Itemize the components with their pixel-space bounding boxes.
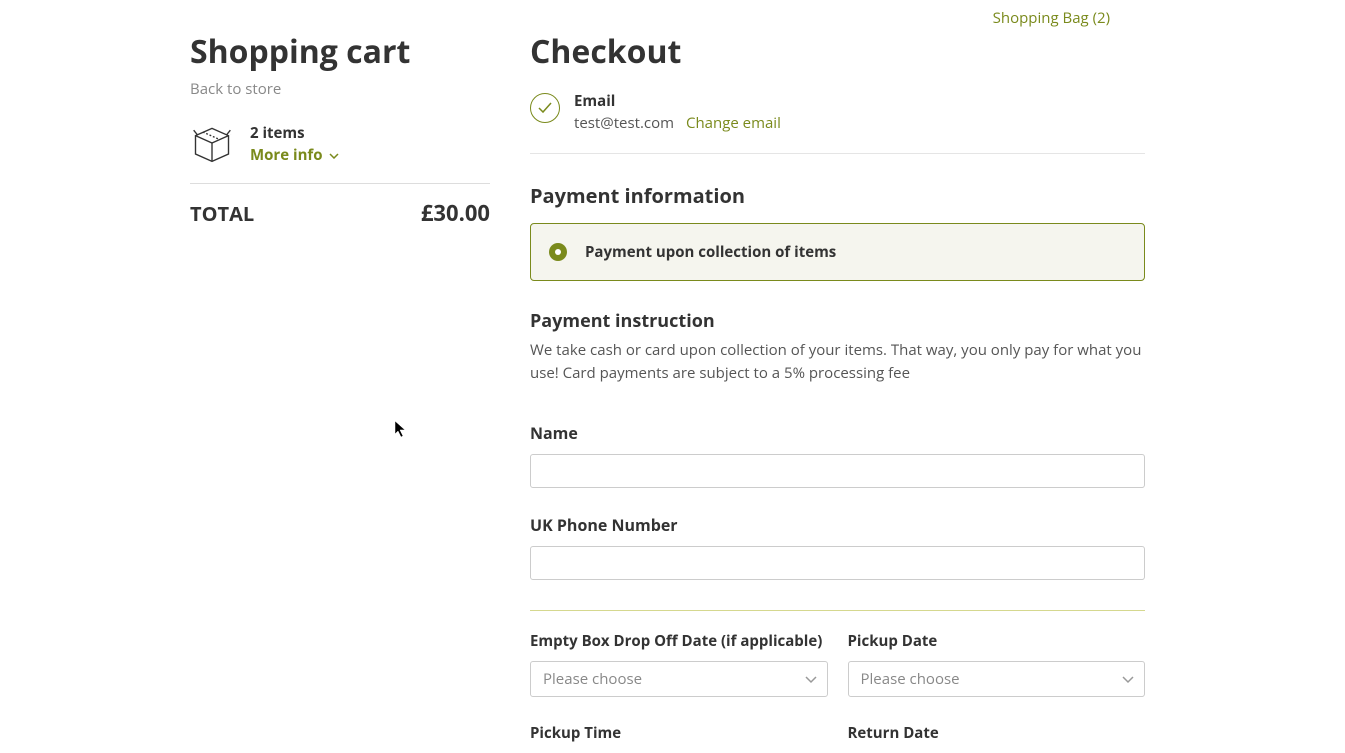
payment-option-label: Payment upon collection of items bbox=[585, 242, 836, 262]
email-section: Email test@test.com Change email bbox=[530, 77, 1145, 154]
chevron-down-icon bbox=[805, 671, 817, 688]
items-count: 2 items bbox=[250, 123, 339, 143]
back-to-store-link[interactable]: Back to store bbox=[190, 79, 281, 99]
dropoff-date-label: Empty Box Drop Off Date (if applicable) bbox=[530, 631, 828, 651]
payment-instruction-text: We take cash or card upon collection of … bbox=[530, 339, 1145, 384]
chevron-down-icon bbox=[329, 148, 339, 163]
email-label: Email bbox=[574, 91, 1145, 111]
total-amount: £30.00 bbox=[421, 198, 490, 228]
name-label: Name bbox=[530, 422, 1145, 444]
cart-title: Shopping cart bbox=[190, 30, 490, 73]
chevron-down-icon bbox=[1122, 671, 1134, 688]
divider bbox=[190, 183, 490, 184]
cart-sidebar: Shopping cart Back to store 2 items bbox=[190, 30, 490, 753]
section-divider bbox=[530, 610, 1145, 611]
checkout-title: Checkout bbox=[530, 30, 1145, 73]
dropoff-date-select[interactable]: Please choose bbox=[530, 661, 828, 697]
select-placeholder: Please choose bbox=[543, 669, 642, 689]
shopping-bag-link[interactable]: Shopping Bag (2) bbox=[993, 8, 1110, 28]
pickup-time-label: Pickup Time bbox=[530, 723, 828, 743]
payment-info-heading: Payment information bbox=[530, 182, 1145, 209]
more-info-toggle[interactable]: More info bbox=[250, 145, 339, 165]
return-date-label: Return Date bbox=[848, 723, 1146, 743]
more-info-label: More info bbox=[250, 145, 323, 165]
pickup-date-label: Pickup Date bbox=[848, 631, 1146, 651]
email-value: test@test.com bbox=[574, 113, 674, 133]
pickup-date-select[interactable]: Please choose bbox=[848, 661, 1146, 697]
cart-summary: 2 items More info bbox=[190, 121, 490, 165]
name-input[interactable] bbox=[530, 454, 1145, 488]
check-circle-icon bbox=[530, 93, 560, 123]
select-placeholder: Please choose bbox=[861, 669, 960, 689]
box-icon bbox=[190, 121, 234, 165]
payment-option-card[interactable]: Payment upon collection of items bbox=[530, 223, 1145, 281]
change-email-link[interactable]: Change email bbox=[686, 113, 781, 133]
total-row: TOTAL £30.00 bbox=[190, 198, 490, 228]
phone-input[interactable] bbox=[530, 546, 1145, 580]
payment-instruction-heading: Payment instruction bbox=[530, 309, 1145, 333]
checkout-main: Checkout Email test@test.com Change emai… bbox=[530, 30, 1145, 753]
phone-label: UK Phone Number bbox=[530, 514, 1145, 536]
radio-selected-icon bbox=[549, 243, 567, 261]
total-label: TOTAL bbox=[190, 200, 254, 227]
